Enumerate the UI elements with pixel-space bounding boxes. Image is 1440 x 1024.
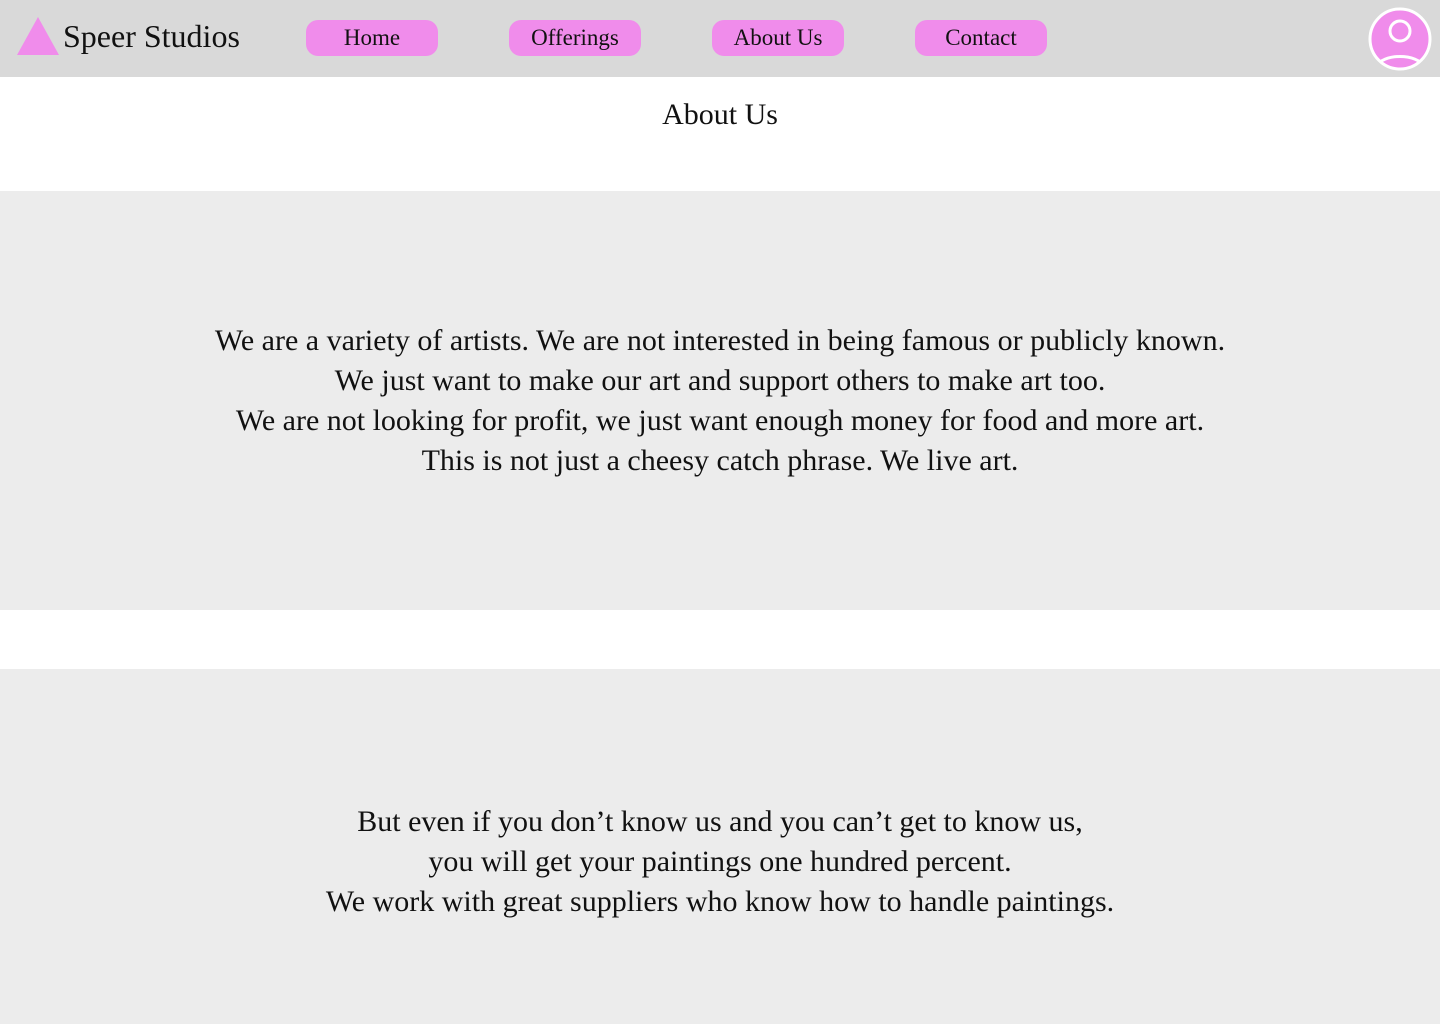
top-navigation-bar: Speer Studios Home Offerings About Us Co… (0, 0, 1440, 77)
about-intro-section: We are a variety of artists. We are not … (0, 191, 1440, 610)
paragraph-line: We are a variety of artists. We are not … (214, 323, 1226, 357)
paragraph-line: We just want to make our art and support… (334, 363, 1106, 397)
paragraph-line: We are not looking for profit, we just w… (235, 403, 1205, 437)
brand-name: Speer Studios (63, 18, 240, 54)
triangle-logo-icon (17, 17, 59, 55)
about-delivery-section: But even if you don’t know us and you ca… (0, 669, 1440, 1024)
brand-logo[interactable]: Speer Studios (17, 17, 240, 55)
nav-offerings-button[interactable]: Offerings (509, 20, 641, 56)
user-profile-button[interactable] (1368, 7, 1432, 71)
nav-contact-button[interactable]: Contact (915, 20, 1047, 56)
paragraph-line: This is not just a cheesy catch phrase. … (421, 443, 1019, 477)
about-intro-text: We are a variety of artists. We are not … (215, 321, 1225, 481)
paragraph-line: But even if you don’t know us and you ca… (357, 805, 1083, 838)
paragraph-line: We work with great suppliers who know ho… (325, 885, 1115, 918)
about-delivery-text: But even if you don’t know us and you ca… (326, 802, 1114, 922)
nav-about-us-button[interactable]: About Us (712, 20, 844, 56)
nav-home-button[interactable]: Home (306, 20, 438, 56)
user-profile-icon (1368, 7, 1432, 71)
page-title: About Us (662, 98, 778, 131)
paragraph-line: you will get your paintings one hundred … (428, 845, 1012, 878)
